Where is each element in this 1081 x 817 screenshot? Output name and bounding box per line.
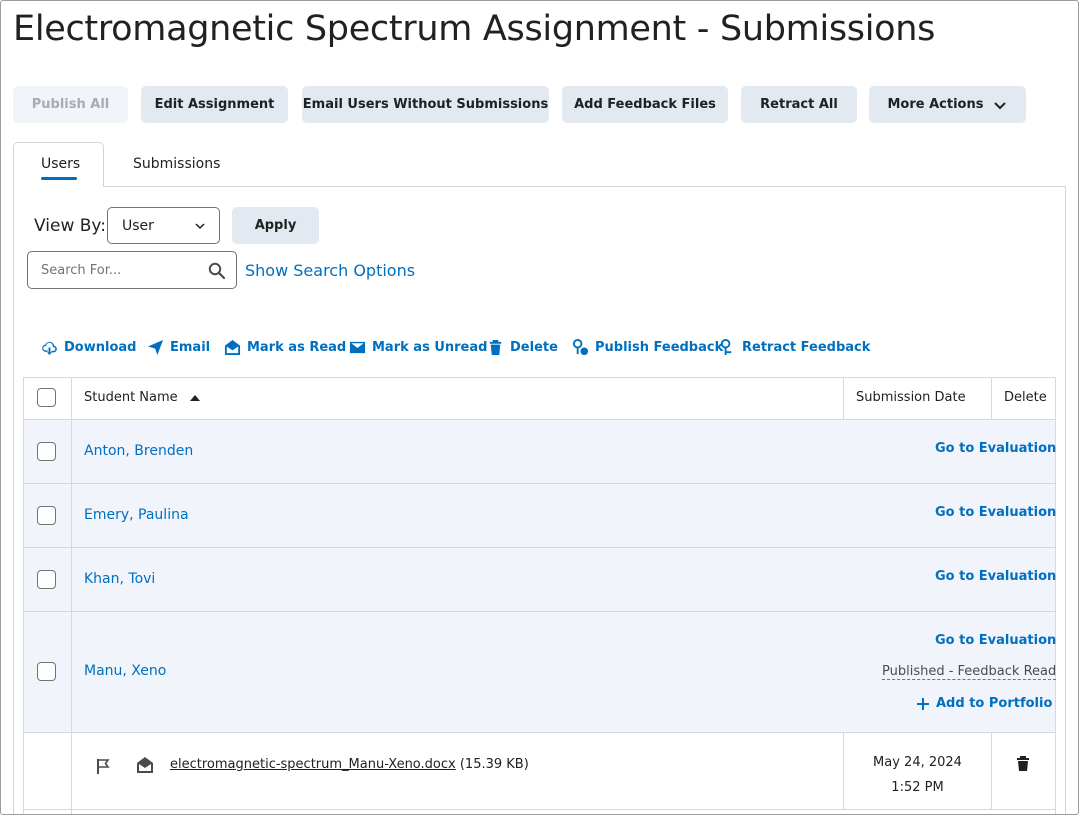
page-title: Electromagnetic Spectrum Assignment - Su… xyxy=(13,9,936,49)
student-name-link[interactable]: Manu, Xeno xyxy=(84,663,166,679)
search-input[interactable]: Search For... xyxy=(27,251,237,289)
view-by-value: User xyxy=(122,218,154,234)
trash-icon xyxy=(489,339,502,356)
add-to-portfolio-label: Add to Portfolio xyxy=(936,696,1053,711)
go-to-evaluation-link[interactable]: Go to Evaluation xyxy=(935,569,1056,584)
publish-feedback-action[interactable]: Publish Feedback xyxy=(572,339,723,356)
row-divider xyxy=(24,611,1055,612)
trash-icon[interactable] xyxy=(1015,755,1031,772)
submission-time: 1:52 PM xyxy=(891,780,944,795)
search-placeholder: Search For... xyxy=(41,263,122,278)
cloud-download-icon xyxy=(42,341,57,356)
row-checkbox[interactable] xyxy=(37,662,56,681)
email-label: Email xyxy=(170,340,211,355)
submission-date: May 24, 2024 xyxy=(873,755,962,770)
envelope-open-icon xyxy=(137,757,153,773)
publish-all-button[interactable]: Publish All xyxy=(13,86,128,123)
sort-ascending-icon xyxy=(189,394,200,401)
submission-file: electromagnetic-spectrum_Manu-Xeno.docx … xyxy=(170,757,529,772)
row-checkbox[interactable] xyxy=(37,442,56,461)
column-divider xyxy=(991,733,992,809)
tab-users[interactable]: Users xyxy=(41,156,80,172)
go-to-evaluation-link[interactable]: Go to Evaluation xyxy=(935,633,1056,648)
tab-submissions[interactable]: Submissions xyxy=(133,156,220,172)
header-divider xyxy=(24,419,1055,420)
submission-file-link[interactable]: electromagnetic-spectrum_Manu-Xeno.docx xyxy=(170,757,456,772)
column-divider xyxy=(843,378,844,419)
row-divider xyxy=(24,483,1055,484)
delete-label: Delete xyxy=(510,340,558,355)
student-name-header-label: Student Name xyxy=(84,390,178,405)
row-divider xyxy=(24,547,1055,548)
delete-action[interactable]: Delete xyxy=(487,339,558,356)
go-to-evaluation-link[interactable]: Go to Evaluation xyxy=(935,441,1056,456)
show-search-options-link[interactable]: Show Search Options xyxy=(245,261,415,280)
student-name-link[interactable]: Khan, Tovi xyxy=(84,571,155,587)
student-name-link[interactable]: Anton, Brenden xyxy=(84,443,193,459)
add-feedback-files-button[interactable]: Add Feedback Files xyxy=(562,86,728,123)
go-to-evaluation-link[interactable]: Go to Evaluation xyxy=(935,505,1056,520)
submission-date-header: Submission Date xyxy=(856,390,966,405)
retract-feedback-label: Retract Feedback xyxy=(742,340,871,355)
row-checkbox[interactable] xyxy=(37,506,56,525)
student-name-header[interactable]: Student Name xyxy=(84,390,200,405)
tab-panel-border xyxy=(104,186,1066,187)
page-frame: Electromagnetic Spectrum Assignment - Su… xyxy=(0,0,1079,815)
retract-feedback-icon xyxy=(720,339,732,356)
row-divider xyxy=(24,809,1055,810)
row-divider xyxy=(24,732,1055,733)
mark-as-read-action[interactable]: Mark as Read xyxy=(224,339,346,356)
submission-file-size: (15.39 KB) xyxy=(459,757,529,772)
chevron-down-icon xyxy=(195,223,205,230)
publish-feedback-icon xyxy=(572,339,589,356)
retract-all-button[interactable]: Retract All xyxy=(741,86,857,123)
email-users-without-submissions-button[interactable]: Email Users Without Submissions xyxy=(302,86,549,123)
tab-active-indicator xyxy=(41,177,77,180)
download-label: Download xyxy=(64,340,137,355)
view-by-select[interactable]: User xyxy=(107,207,220,244)
view-by-label: View By: xyxy=(34,216,106,236)
chevron-down-icon xyxy=(994,101,1007,109)
select-all-checkbox[interactable] xyxy=(37,388,56,407)
row-checkbox[interactable] xyxy=(37,570,56,589)
send-icon xyxy=(147,339,164,356)
flag-icon[interactable] xyxy=(96,758,111,775)
more-actions-label: More Actions xyxy=(887,97,984,112)
column-divider xyxy=(71,378,72,814)
download-action[interactable]: Download xyxy=(41,339,136,356)
publish-feedback-label: Publish Feedback xyxy=(595,340,724,355)
envelope-open-icon xyxy=(224,339,241,356)
student-name-link[interactable]: Emery, Paulina xyxy=(84,507,189,523)
submission-date-cell: May 24, 2024 1:52 PM xyxy=(844,750,991,800)
column-divider xyxy=(991,378,992,419)
panel-border-right xyxy=(1065,186,1066,814)
mark-as-read-label: Mark as Read xyxy=(247,340,347,355)
more-actions-button[interactable]: More Actions xyxy=(869,86,1026,123)
panel-border-left xyxy=(13,186,14,814)
retract-feedback-action[interactable]: Retract Feedback xyxy=(719,339,870,356)
search-icon[interactable] xyxy=(208,262,226,280)
mark-as-unread-label: Mark as Unread xyxy=(372,340,488,355)
mark-as-unread-action[interactable]: Mark as Unread xyxy=(349,339,487,356)
feedback-status[interactable]: Published - Feedback Read xyxy=(882,664,1057,680)
edit-assignment-button[interactable]: Edit Assignment xyxy=(141,86,288,123)
email-action[interactable]: Email xyxy=(147,339,210,356)
apply-button[interactable]: Apply xyxy=(232,207,319,244)
delete-header: Delete xyxy=(1004,390,1047,405)
envelope-icon xyxy=(349,341,366,354)
plus-icon xyxy=(917,697,929,710)
add-to-portfolio-link[interactable]: Add to Portfolio xyxy=(917,696,1052,711)
